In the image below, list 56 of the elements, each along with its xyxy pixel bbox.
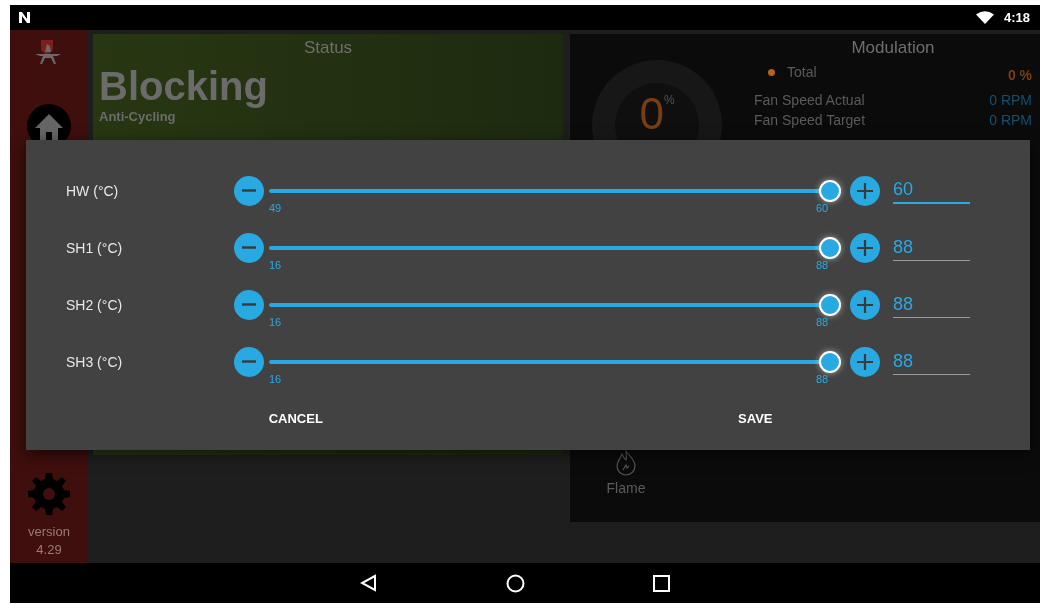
slider-min-label: 16 xyxy=(269,258,282,271)
increase-button[interactable] xyxy=(850,289,880,320)
reading-label: Fan Speed Target xyxy=(754,112,866,128)
gauge-unit: % xyxy=(663,93,675,107)
minus-icon xyxy=(241,360,257,363)
flame-label: Flame xyxy=(606,480,646,496)
plus-icon xyxy=(856,352,874,371)
version-label: version xyxy=(28,523,70,541)
reading-value: 0 RPM xyxy=(989,92,1032,108)
value-field[interactable]: 88 xyxy=(893,291,970,318)
status-state: Blocking xyxy=(99,64,268,109)
value-field[interactable]: 88 xyxy=(893,234,970,261)
value-field[interactable]: 88 xyxy=(893,348,970,375)
setting-label: SH3 (°C) xyxy=(66,353,124,370)
minus-icon xyxy=(241,303,257,306)
increase-button[interactable] xyxy=(850,175,880,206)
reading-label: Fan Speed Actual xyxy=(754,92,865,108)
plus-icon xyxy=(856,295,874,314)
slider-min-label: 16 xyxy=(269,315,282,328)
minus-icon xyxy=(241,246,257,249)
cancel-button[interactable]: CANCEL xyxy=(66,401,526,436)
slider-thumb[interactable] xyxy=(819,293,841,316)
slider-value-label: 88 xyxy=(816,315,829,328)
value-field[interactable]: 60 xyxy=(893,177,970,204)
back-icon[interactable] xyxy=(360,574,378,592)
slider-min-label: 49 xyxy=(269,201,282,214)
setting-label: SH2 (°C) xyxy=(66,296,124,313)
home-icon[interactable] xyxy=(506,573,525,593)
slider-min-label: 16 xyxy=(269,372,282,385)
legend-value: 0 % xyxy=(1007,67,1032,83)
slider-value-label: 88 xyxy=(816,372,829,385)
gauge-value: 0 xyxy=(639,89,664,139)
reading-value: 0 RPM xyxy=(989,112,1032,128)
logo-icon xyxy=(18,11,31,24)
slider-value-label: 60 xyxy=(816,201,829,214)
plus-icon xyxy=(856,181,874,200)
slider-thumb[interactable] xyxy=(819,236,841,259)
setting-label: SH1 (°C) xyxy=(66,239,124,256)
increase-button[interactable] xyxy=(850,232,880,263)
slider-thumb[interactable] xyxy=(819,179,841,202)
flame-icon xyxy=(615,450,637,476)
slider-thumb[interactable] xyxy=(819,350,841,373)
plus-icon xyxy=(856,238,874,257)
slider-value-label: 88 xyxy=(816,258,829,271)
wifi-icon xyxy=(975,11,994,24)
clock-time: 4:18 xyxy=(1003,10,1030,25)
status-substate: Anti-Cycling xyxy=(99,109,176,124)
card-title: Modulation xyxy=(851,38,935,58)
setting-label: HW (°C) xyxy=(66,182,120,199)
version-number: 4.29 xyxy=(36,541,62,559)
minus-icon xyxy=(241,189,257,192)
card-title: Status xyxy=(303,38,353,58)
save-button[interactable]: SAVE xyxy=(525,401,985,436)
overview-icon[interactable] xyxy=(653,574,670,592)
increase-button[interactable] xyxy=(850,346,880,377)
legend-label: Total xyxy=(787,64,817,80)
